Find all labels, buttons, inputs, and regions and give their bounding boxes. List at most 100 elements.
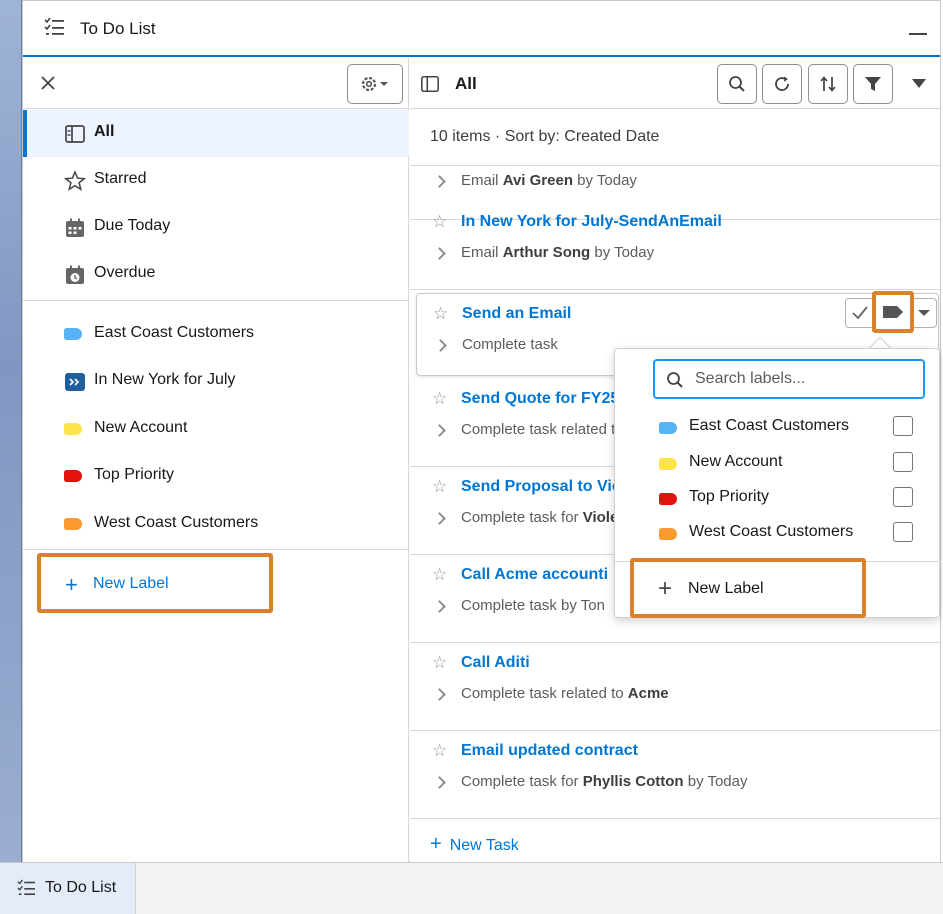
popover-label-new-account[interactable]: New Account (653, 447, 923, 481)
sidebar-item-due-today[interactable]: Due Today (23, 204, 409, 251)
utility-tab-todo[interactable]: To Do List (0, 863, 136, 914)
task-description: Complete task related to Acme (461, 685, 669, 702)
popover-label-top-priority[interactable]: Top Priority (653, 482, 923, 516)
chevron-right-icon[interactable] (433, 688, 446, 701)
chevron-down-icon (918, 310, 930, 316)
sidebar-label-new-york[interactable]: In New York for July (23, 358, 409, 405)
task-list-icon (17, 879, 35, 896)
task-title[interactable]: Send Proposal to Viole (461, 478, 635, 496)
sort-icon (820, 76, 836, 92)
chevron-right-icon[interactable] (433, 512, 446, 525)
task-list-icon (44, 17, 64, 35)
chevron-right-icon[interactable] (434, 339, 447, 352)
left-sidebar: All Starred Due Today Overdue East Coast… (23, 58, 409, 863)
tag-icon (64, 423, 82, 435)
task-title[interactable]: Send an Email (462, 305, 571, 323)
star-icon[interactable]: ☆ (432, 741, 447, 761)
plus-icon: + (65, 572, 78, 597)
forward-tag-icon (65, 373, 85, 391)
task-row[interactable]: ☆ Email updated contract Complete task f… (410, 731, 940, 819)
calendar-clock-icon (66, 265, 84, 284)
refresh-icon (775, 76, 789, 91)
task-title[interactable]: Send Quote for FY25 (461, 390, 619, 408)
task-title[interactable]: Call Acme accounti (461, 566, 608, 584)
filter-icon (865, 77, 881, 91)
list-summary: 10 items · Sort by: Created Date (430, 128, 660, 145)
task-row[interactable]: ☆ Call Aditi Complete task related to Ac… (410, 643, 940, 731)
chevron-right-icon[interactable] (433, 776, 446, 789)
sidebar-item-overdue[interactable]: Overdue (23, 251, 409, 298)
star-icon[interactable]: ☆ (432, 389, 447, 409)
sidebar-label-east-coast[interactable]: East Coast Customers (23, 311, 409, 358)
sort-button[interactable] (808, 64, 848, 104)
task-title[interactable]: Email updated contract (461, 742, 638, 760)
star-icon (64, 170, 86, 191)
search-icon (729, 76, 745, 92)
popover-label-text: Top Priority (689, 488, 770, 505)
sidebar-item-all[interactable]: All (23, 110, 409, 157)
label-checkbox[interactable] (893, 452, 913, 472)
task-title[interactable]: In New York for July-SendAnEmail (461, 213, 722, 231)
filter-button[interactable] (853, 64, 893, 104)
popover-label-east-coast[interactable]: East Coast Customers (653, 411, 923, 445)
sidebar-item-label: All (94, 123, 115, 140)
sidebar-label-west-coast[interactable]: West Coast Customers (23, 501, 409, 548)
star-icon[interactable]: ☆ (432, 565, 447, 585)
tag-icon (64, 518, 82, 530)
minimize-button[interactable] (909, 33, 927, 35)
task-description: Email Arthur Song by Today (461, 244, 655, 261)
search-button[interactable] (717, 64, 757, 104)
task-row-actions (845, 291, 937, 333)
close-icon[interactable] (39, 74, 57, 92)
task-description: Complete task related to (461, 421, 624, 438)
star-icon[interactable]: ☆ (433, 304, 448, 324)
background-strip (0, 0, 22, 914)
sidebar-label-new-account[interactable]: New Account (23, 406, 409, 453)
tag-icon (64, 328, 82, 340)
task-title[interactable]: Call Aditi (461, 654, 530, 672)
new-label-text: New Label (688, 580, 764, 597)
new-label-text: New Label (93, 575, 169, 592)
task-row[interactable]: ☆ In New York for July-SendAnEmail Email… (410, 202, 940, 290)
sidebar-item-label: Top Priority (94, 466, 175, 483)
sidebar-item-label: Starred (94, 170, 147, 187)
task-description: Complete task by Ton (461, 597, 605, 614)
search-labels-input[interactable] (653, 359, 925, 399)
star-icon[interactable]: ☆ (432, 212, 447, 232)
chevron-right-icon[interactable] (433, 600, 446, 613)
sidebar-label-top-priority[interactable]: Top Priority (23, 453, 409, 500)
label-checkbox[interactable] (893, 522, 913, 542)
tag-icon (659, 493, 677, 505)
settings-button[interactable] (347, 64, 403, 104)
label-checkbox[interactable] (893, 416, 913, 436)
popover-label-west-coast[interactable]: West Coast Customers (653, 517, 923, 551)
tag-icon (659, 458, 677, 470)
label-checkbox[interactable] (893, 487, 913, 507)
chevron-right-icon[interactable] (433, 424, 446, 437)
star-icon[interactable]: ☆ (432, 653, 447, 673)
sidebar-item-label: In New York for July (94, 371, 236, 388)
chevron-down-icon[interactable] (912, 79, 926, 88)
star-icon[interactable]: ☆ (432, 477, 447, 497)
new-label-button[interactable]: + New Label (37, 553, 273, 613)
search-icon (667, 372, 683, 388)
sidebar-item-starred[interactable]: Starred (23, 157, 409, 204)
panel-title: To Do List (80, 19, 156, 38)
row-menu-button[interactable] (911, 298, 937, 328)
task-description: Complete task for Phyllis Cotton by Toda… (461, 773, 748, 790)
new-task-button[interactable]: + New Task (430, 833, 519, 856)
sidebar-toolbar (23, 58, 409, 109)
list-title: All (455, 74, 477, 93)
list-view-icon (421, 75, 439, 93)
add-label-button[interactable] (872, 291, 914, 333)
sidebar-item-label: New Account (94, 419, 188, 436)
utility-tab-label: To Do List (45, 879, 117, 896)
chevron-right-icon[interactable] (433, 247, 446, 260)
calendar-icon (66, 218, 84, 237)
popover-new-label-button[interactable]: + New Label (630, 558, 866, 618)
chevron-right-icon[interactable] (433, 175, 446, 188)
refresh-button[interactable] (762, 64, 802, 104)
panel-header: To Do List (23, 1, 940, 57)
tag-icon (659, 422, 677, 434)
plus-icon: + (430, 833, 442, 855)
